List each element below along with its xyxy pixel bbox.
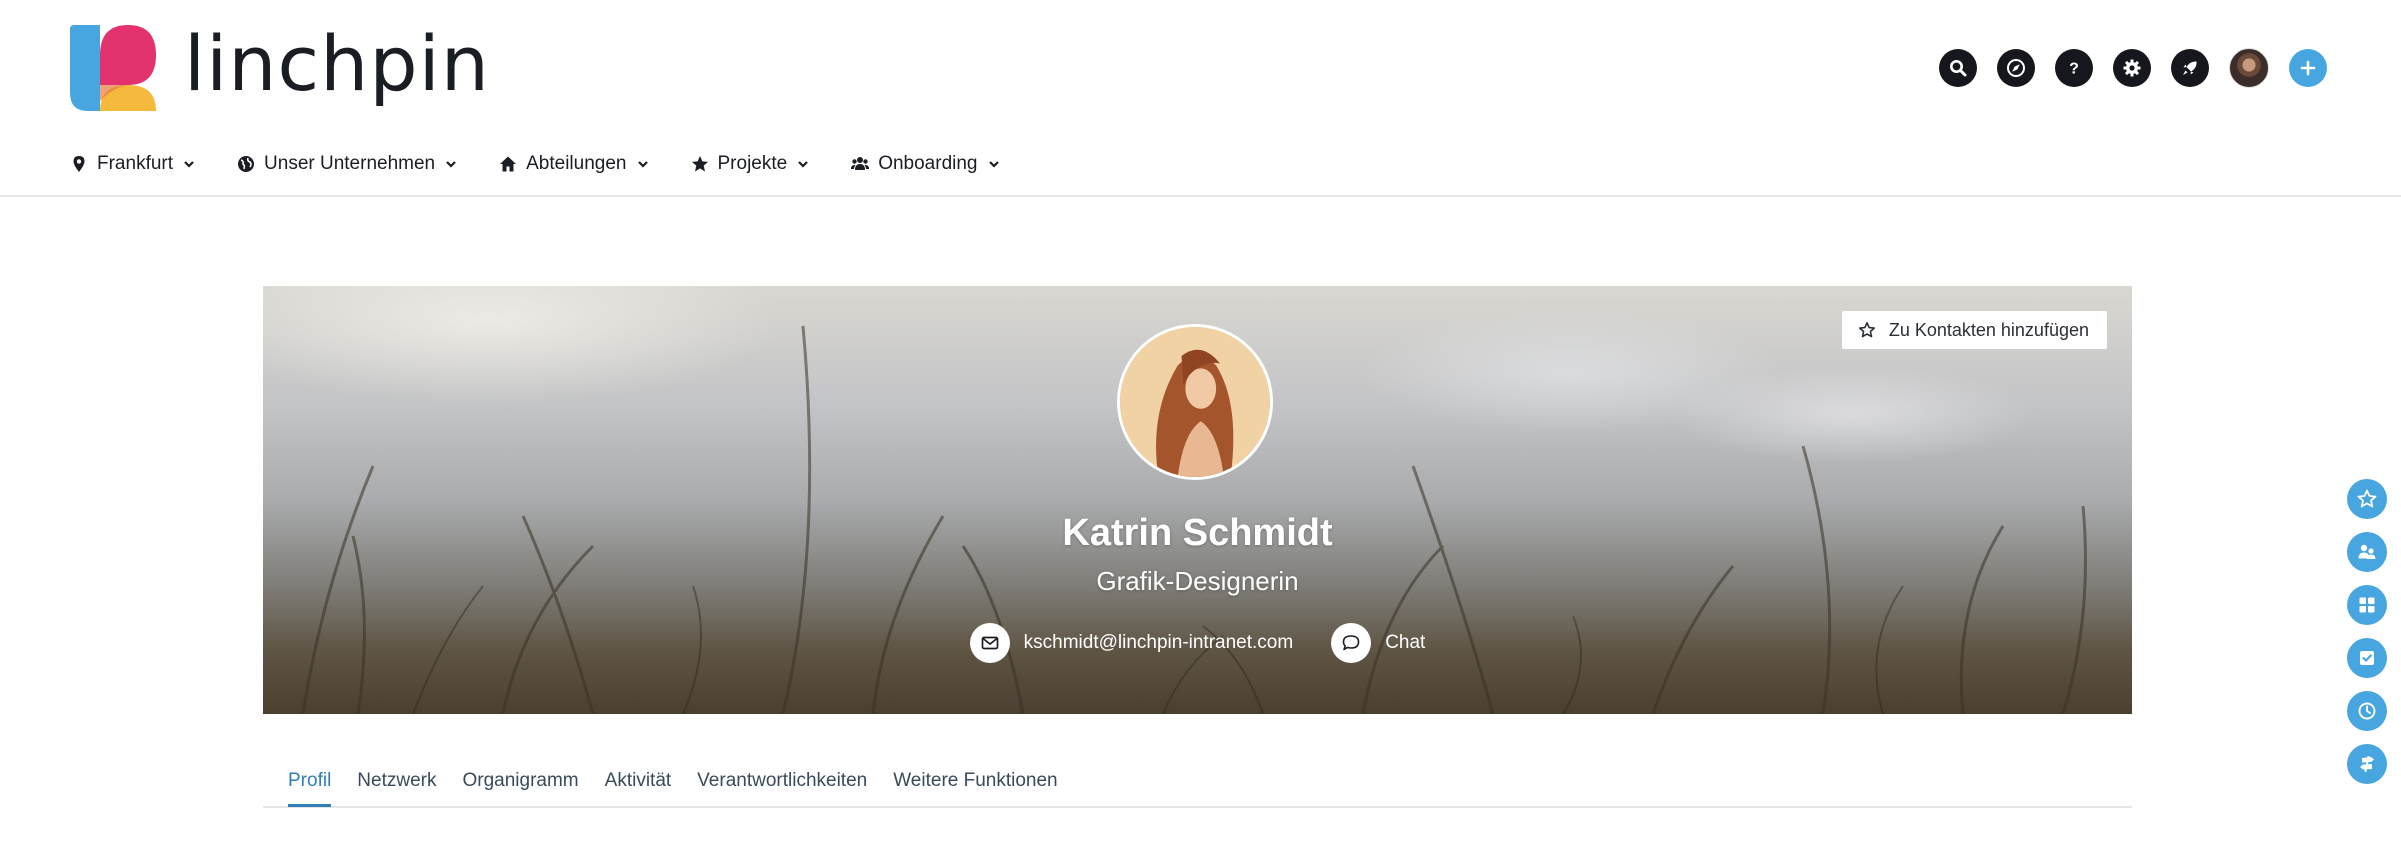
- email-link[interactable]: kschmidt@linchpin-intranet.com: [969, 623, 1294, 663]
- logo[interactable]: linchpin: [70, 25, 490, 111]
- signpost-icon[interactable]: [2347, 744, 2387, 784]
- nav-label: Projekte: [717, 153, 788, 174]
- tab-netzwerk[interactable]: Netzwerk: [357, 770, 436, 807]
- floating-action-bar: [2347, 479, 2387, 784]
- svg-text:?: ?: [2069, 61, 2079, 78]
- chevron-down-icon: [184, 161, 194, 168]
- profile-role: Grafik-Designerin: [1096, 566, 1299, 596]
- chevron-down-icon: [798, 161, 808, 168]
- gear-icon[interactable]: [2113, 49, 2151, 87]
- compass-icon[interactable]: [1997, 49, 2035, 87]
- linchpin-logo-mark: [70, 25, 156, 111]
- nav-item-frankfurt[interactable]: Frankfurt: [70, 153, 195, 175]
- tab-aktivitaet[interactable]: Aktivität: [605, 770, 672, 807]
- logo-text: linchpin: [184, 19, 490, 108]
- email-address: kschmidt@linchpin-intranet.com: [1023, 632, 1294, 653]
- nav-item-projekte[interactable]: Projekte: [691, 153, 810, 175]
- globe-icon: [238, 156, 255, 172]
- tab-verantwortlichkeiten[interactable]: Verantwortlichkeiten: [697, 770, 867, 807]
- profile-photo[interactable]: [1117, 324, 1273, 480]
- add-to-contacts-button[interactable]: Zu Kontakten hinzufügen: [1841, 311, 2107, 349]
- chevron-down-icon: [446, 161, 456, 168]
- rocket-icon[interactable]: [2171, 49, 2209, 87]
- tab-weitere-funktionen[interactable]: Weitere Funktionen: [893, 770, 1057, 807]
- main-navigation: Frankfurt Unser Unternehmen Abteilungen …: [70, 153, 1000, 175]
- nav-label: Onboarding: [878, 153, 978, 174]
- home-icon: [500, 156, 517, 172]
- envelope-icon: [969, 623, 1010, 663]
- profile-photo-image: [1120, 327, 1270, 477]
- user-avatar[interactable]: [2229, 48, 2269, 88]
- profile-tabs: Profil Netzwerk Organigramm Aktivität Ve…: [263, 770, 2132, 808]
- nav-label: Frankfurt: [97, 153, 174, 174]
- chevron-down-icon: [637, 161, 648, 168]
- nav-item-onboarding[interactable]: Onboarding: [851, 153, 999, 175]
- chevron-down-icon: [988, 161, 999, 168]
- nav-item-abteilungen[interactable]: Abteilungen: [499, 153, 648, 175]
- nav-item-unser-unternehmen[interactable]: Unser Unternehmen: [237, 153, 457, 175]
- tab-organigramm[interactable]: Organigramm: [462, 770, 578, 807]
- nav-divider: [0, 195, 2401, 197]
- tab-profil[interactable]: Profil: [288, 770, 332, 807]
- profile-cover: Zu Kontakten hinzufügen Katrin Schmidt G…: [263, 286, 2132, 714]
- star-icon: [691, 156, 708, 172]
- chat-bubble-icon: [1331, 623, 1372, 663]
- help-icon[interactable]: ?: [2055, 49, 2093, 87]
- profile-name: Katrin Schmidt: [1062, 512, 1333, 554]
- map-pin-icon: [73, 156, 85, 172]
- chat-label: Chat: [1385, 632, 1426, 653]
- favorites-icon[interactable]: [2347, 479, 2387, 519]
- apps-grid-icon[interactable]: [2347, 585, 2387, 625]
- star-outline-icon: [1858, 322, 1875, 338]
- add-to-contacts-label: Zu Kontakten hinzufügen: [1888, 319, 2089, 340]
- nav-label: Unser Unternehmen: [264, 153, 436, 174]
- search-icon[interactable]: [1939, 49, 1977, 87]
- plus-icon[interactable]: [2289, 49, 2327, 87]
- chat-link[interactable]: Chat: [1331, 623, 1425, 663]
- nav-label: Abteilungen: [526, 153, 627, 174]
- header-icon-bar: ?: [1939, 48, 2327, 88]
- tasks-checkbox-icon[interactable]: [2347, 638, 2387, 678]
- contact-actions: kschmidt@linchpin-intranet.com Chat: [263, 623, 2132, 663]
- users-icon: [851, 157, 870, 170]
- people-icon[interactable]: [2347, 532, 2387, 572]
- clock-icon[interactable]: [2347, 691, 2387, 731]
